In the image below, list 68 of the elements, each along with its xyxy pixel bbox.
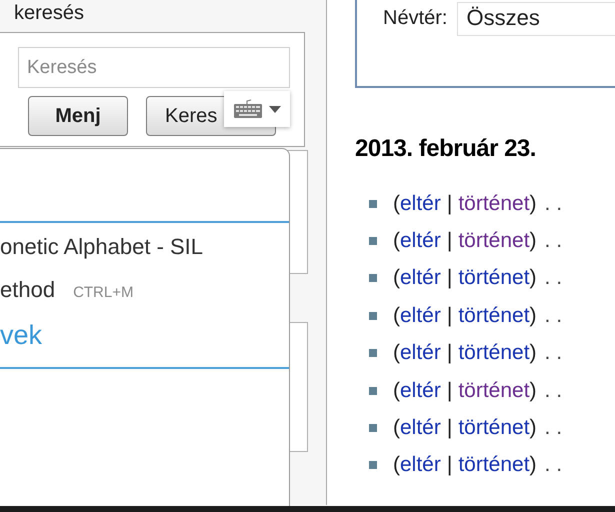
parenthesis: ) — [530, 192, 537, 216]
bullet-icon — [369, 274, 377, 282]
dots: . . — [544, 229, 562, 254]
go-button[interactable]: Menj — [28, 96, 128, 136]
search-field[interactable]: Keresés — [18, 47, 290, 88]
parenthesis: ( — [393, 341, 400, 366]
diff-link[interactable]: eltér — [400, 192, 441, 216]
history-link[interactable]: történet — [458, 378, 530, 403]
separator: | — [446, 266, 452, 290]
parenthesis: ) — [530, 416, 537, 440]
dots: . . — [544, 304, 562, 328]
parenthesis: ) — [530, 378, 537, 403]
history-link[interactable]: történet — [458, 304, 530, 328]
parenthesis: ) — [530, 341, 537, 366]
history-link[interactable]: történet — [458, 192, 530, 216]
diff-link[interactable]: eltér — [400, 229, 441, 254]
namespace-label: Névtér: — [383, 7, 448, 30]
history-link[interactable]: történet — [458, 341, 530, 366]
separator: | — [446, 416, 452, 440]
diff-link[interactable]: eltér — [400, 416, 441, 440]
portlet-title: keresés — [13, 1, 86, 26]
bullet-icon — [369, 461, 377, 470]
history-link[interactable]: történet — [458, 453, 530, 478]
keyboard-icon — [233, 99, 263, 119]
history-link[interactable]: történet — [458, 229, 530, 254]
diff-link[interactable]: eltér — [400, 304, 441, 328]
dots: . . — [544, 378, 562, 403]
parenthesis: ) — [530, 304, 537, 328]
date-heading: 2013. február 23. — [355, 135, 537, 163]
separator: | — [446, 229, 452, 254]
bullet-icon — [369, 386, 377, 395]
dots: . . — [544, 192, 562, 216]
bullet-icon — [369, 349, 377, 358]
history-link[interactable]: történet — [458, 416, 530, 440]
menu-item[interactable]: onetic Alphabet - SIL — [0, 223, 289, 266]
parenthesis: ) — [530, 229, 537, 254]
parenthesis: ( — [393, 266, 400, 290]
parenthesis: ( — [393, 453, 400, 478]
menu-item[interactable]: ethod CTRL+M — [0, 266, 289, 309]
diff-link[interactable]: eltér — [400, 341, 441, 366]
parenthesis: ( — [393, 192, 400, 216]
parenthesis: ( — [393, 416, 400, 440]
bullet-icon — [369, 312, 377, 320]
shortcut-label: CTRL+M — [73, 284, 134, 301]
separator: | — [446, 192, 452, 216]
caret-icon — [269, 106, 281, 112]
separator: | — [446, 341, 452, 366]
parenthesis: ( — [393, 304, 400, 328]
diff-link[interactable]: eltér — [400, 266, 441, 290]
bullet-icon — [369, 424, 377, 432]
namespace-select[interactable]: Összes — [457, 2, 615, 36]
input-method-button[interactable] — [224, 91, 290, 127]
diff-link[interactable]: eltér — [400, 453, 441, 478]
separator: | — [446, 453, 452, 478]
dots: . . — [544, 416, 562, 440]
bullet-icon — [369, 200, 377, 208]
separator: | — [446, 304, 452, 328]
parenthesis: ) — [530, 266, 537, 290]
dots: . . — [544, 266, 562, 290]
separator: | — [446, 378, 452, 403]
history-link[interactable]: történet — [458, 266, 530, 290]
dots: . . — [544, 453, 562, 478]
dots: . . — [544, 341, 562, 366]
parenthesis: ) — [530, 453, 537, 478]
diff-link[interactable]: eltér — [400, 378, 441, 403]
parenthesis: ( — [393, 378, 400, 403]
bullet-icon — [369, 237, 377, 246]
parenthesis: ( — [393, 229, 400, 254]
